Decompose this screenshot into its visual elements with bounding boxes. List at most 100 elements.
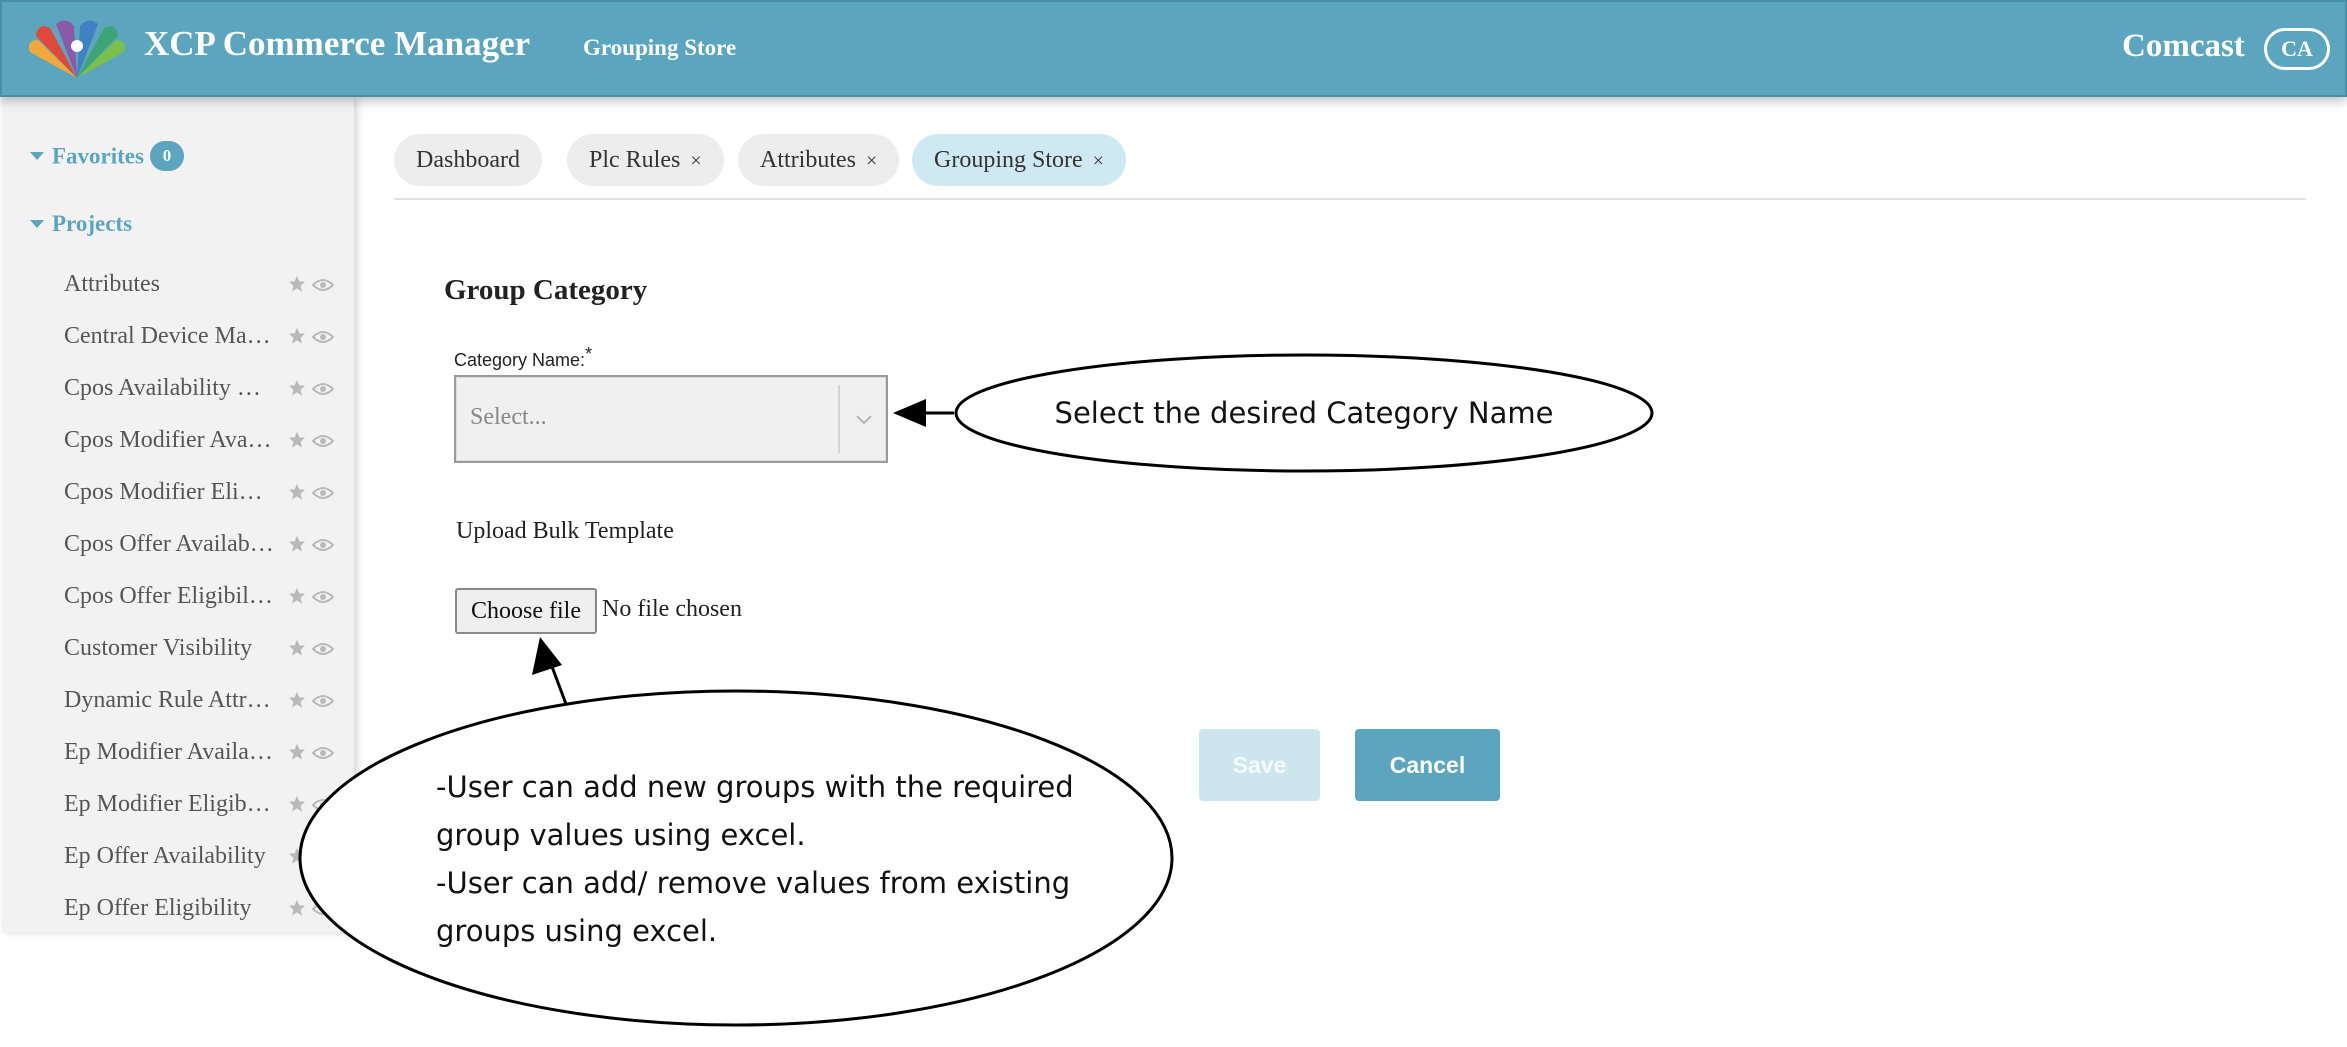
star-icon[interactable] — [288, 847, 306, 865]
sidebar-item[interactable]: Cpos Availability Rules — [64, 371, 348, 411]
star-icon[interactable] — [288, 379, 306, 397]
eye-icon[interactable] — [312, 641, 334, 657]
eye-icon[interactable] — [312, 745, 334, 761]
cancel-button[interactable]: Cancel — [1355, 729, 1500, 801]
arrowhead-up-icon — [532, 637, 562, 675]
sidebar-item[interactable]: Cpos Modifier Eligibility — [64, 475, 348, 515]
sidebar-item[interactable]: Cpos Offer Eligibility — [64, 579, 348, 619]
eye-icon[interactable] — [312, 849, 334, 865]
star-icon[interactable] — [288, 587, 306, 605]
projects-label: Projects — [52, 211, 133, 236]
user-avatar[interactable]: CA — [2264, 28, 2330, 70]
peacock-logo-icon[interactable] — [24, 16, 130, 82]
sidebar-item[interactable]: Ep Modifier Availability — [64, 735, 348, 775]
upload-bulk-template-label: Upload Bulk Template — [456, 518, 674, 544]
sidebar-item[interactable]: Ep Offer Availability — [64, 839, 348, 879]
eye-icon[interactable] — [312, 485, 334, 501]
sidebar-item-label: Cpos Offer Eligibility — [64, 583, 274, 609]
close-icon[interactable]: × — [866, 150, 877, 172]
caret-down-icon — [30, 219, 44, 228]
sidebar-item-label: Cpos Modifier Availability — [64, 427, 274, 453]
eye-icon[interactable] — [312, 537, 334, 553]
favorites-count-badge: 0 — [149, 141, 184, 171]
star-icon[interactable] — [288, 639, 306, 657]
sidebar-item-label: Cpos Offer Availability — [64, 531, 274, 557]
tab-label: Plc Rules — [589, 147, 681, 173]
callout-arrow-upload — [546, 655, 568, 705]
star-icon[interactable] — [288, 431, 306, 449]
sidebar: Favorites 0 Projects Attributes Central De… — [2, 97, 354, 932]
sidebar-item-label: Ep Offer Eligibility — [64, 895, 252, 921]
sidebar-item-label: Ep Modifier Eligibility — [64, 791, 274, 817]
label-text: Category Name: — [454, 350, 586, 370]
form-title: Group Category — [444, 274, 648, 306]
sidebar-item-label: Customer Visibility — [64, 635, 253, 661]
sidebar-item[interactable]: Ep Offer Eligibility — [64, 891, 348, 931]
tab-plc-rules[interactable]: Plc Rules × — [567, 134, 724, 186]
callout-line: -User can add/ remove values from existi… — [436, 866, 1071, 900]
close-icon[interactable]: × — [1093, 150, 1104, 172]
sidebar-item[interactable]: Customer Visibility — [64, 631, 348, 671]
eye-icon[interactable] — [312, 589, 334, 605]
sidebar-item[interactable]: Ep Modifier Eligibility — [64, 787, 348, 827]
chevron-down-icon[interactable] — [854, 409, 874, 429]
projects-section[interactable]: Projects — [30, 211, 132, 237]
sidebar-item[interactable]: Central Device Management — [64, 319, 348, 359]
favorites-label: Favorites — [52, 143, 144, 169]
tab-label: Attributes — [760, 147, 856, 173]
callout-line: group values using excel. — [436, 818, 806, 852]
caret-down-icon — [30, 152, 44, 160]
select-separator — [838, 385, 840, 453]
tab-dashboard[interactable]: Dashboard — [394, 134, 542, 186]
star-icon[interactable] — [288, 899, 306, 917]
brand-name: Comcast — [2122, 28, 2245, 64]
star-icon[interactable] — [288, 691, 306, 709]
category-name-select[interactable]: Select... — [454, 375, 888, 463]
callout-line: -User can add new groups with the requir… — [436, 770, 1074, 804]
sidebar-item-label: Cpos Modifier Eligibility — [64, 479, 274, 505]
eye-icon[interactable] — [312, 693, 334, 709]
file-status-text: No file chosen — [602, 596, 742, 622]
sidebar-item-label: Ep Offer Availability — [64, 843, 266, 869]
star-icon[interactable] — [288, 535, 306, 553]
category-name-label: Category Name:* — [454, 344, 592, 371]
tabs-divider — [394, 198, 2306, 200]
star-icon[interactable] — [288, 743, 306, 761]
favorites-section[interactable]: Favorites 0 — [30, 141, 184, 173]
sidebar-item[interactable]: Cpos Modifier Availability — [64, 423, 348, 463]
star-icon[interactable] — [288, 275, 306, 293]
save-button[interactable]: Save — [1199, 729, 1320, 801]
sidebar-item-label: Dynamic Rule Attributes — [64, 687, 274, 713]
star-icon[interactable] — [288, 483, 306, 501]
callout-line: groups using excel. — [436, 914, 718, 948]
sidebar-item[interactable]: Attributes — [64, 267, 348, 307]
select-placeholder: Select... — [470, 404, 547, 430]
callout-upload-note: -User can add new groups with the requir… — [436, 763, 1136, 955]
close-icon[interactable]: × — [690, 150, 701, 172]
tab-label: Grouping Store — [934, 147, 1083, 173]
sidebar-item-label: Central Device Management — [64, 323, 274, 349]
sidebar-item-label: Cpos Availability Rules — [64, 375, 274, 401]
eye-icon[interactable] — [312, 797, 334, 813]
eye-icon[interactable] — [312, 329, 334, 345]
tab-label: Dashboard — [416, 147, 520, 173]
current-page-title: Grouping Store — [583, 35, 737, 60]
sidebar-item-label: Ep Modifier Availability — [64, 739, 274, 765]
star-icon[interactable] — [288, 327, 306, 345]
arrowhead-left-icon — [893, 399, 926, 427]
eye-icon[interactable] — [312, 901, 334, 917]
eye-icon[interactable] — [312, 277, 334, 293]
required-marker: * — [585, 344, 593, 364]
app-header: XCP Commerce Manager Grouping Store Comc… — [0, 0, 2347, 97]
sidebar-item[interactable]: Dynamic Rule Attributes — [64, 683, 348, 723]
eye-icon[interactable] — [312, 381, 334, 397]
choose-file-button[interactable]: Choose file — [455, 588, 597, 634]
app-title: XCP Commerce Manager — [144, 24, 531, 63]
sidebar-item[interactable]: Cpos Offer Availability — [64, 527, 348, 567]
sidebar-item-label: Attributes — [64, 271, 160, 297]
callout-category-note: Select the desired Category Name — [1054, 396, 1554, 430]
tab-attributes[interactable]: Attributes × — [738, 134, 900, 186]
star-icon[interactable] — [288, 795, 306, 813]
eye-icon[interactable] — [312, 433, 334, 449]
tab-grouping-store[interactable]: Grouping Store × — [912, 134, 1126, 186]
